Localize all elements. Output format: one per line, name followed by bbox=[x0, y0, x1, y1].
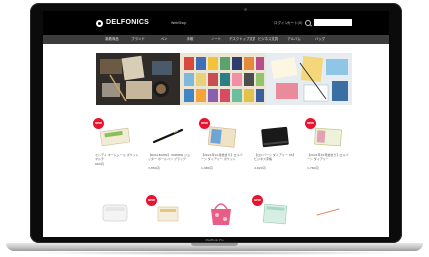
new-badge: NEW bbox=[252, 195, 263, 206]
logo[interactable]: DELFONICS bbox=[106, 19, 149, 26]
nav-item-brand[interactable]: ブランド bbox=[125, 35, 151, 44]
new-badge: NEW bbox=[199, 118, 210, 129]
laptop-notch bbox=[191, 243, 238, 246]
banner-notebooks-photo bbox=[180, 53, 266, 105]
laptop-shadow bbox=[20, 251, 409, 255]
banner-desk-photo bbox=[96, 53, 180, 105]
product-price: 3,850円 bbox=[148, 166, 160, 170]
product-image-pen[interactable] bbox=[148, 122, 188, 150]
nav-item-album[interactable]: アルバム bbox=[281, 35, 307, 44]
product-title[interactable]: ミレディ ネームシール ポケット マルチ bbox=[95, 153, 139, 161]
product-title[interactable]: 【ロルバーン ダイアリー A5】 ビジネス手帳 bbox=[254, 153, 298, 161]
product-price: 1,760円 bbox=[307, 166, 319, 170]
product-image-tote-bag[interactable] bbox=[201, 199, 241, 227]
search-input[interactable] bbox=[314, 19, 352, 26]
product-title[interactable]: 【2021年10月始まり】ロルバーン ダイアリー ポケット bbox=[201, 153, 245, 161]
nav-item-planner[interactable]: 手帳 bbox=[177, 35, 203, 44]
bezel-label: MacBook Pro bbox=[205, 238, 224, 242]
product-price: 660円 bbox=[95, 162, 104, 166]
nav-item-business[interactable]: ビジネス文具 bbox=[255, 35, 281, 44]
search-icon[interactable] bbox=[305, 20, 311, 26]
nav-item-pen[interactable]: ペン bbox=[151, 35, 177, 44]
product-price: 4,620円 bbox=[254, 166, 266, 170]
nav-item-new[interactable]: 新着商品 bbox=[99, 35, 125, 44]
login-link[interactable]: ログイン bbox=[274, 21, 288, 26]
product-price: 1,980円 bbox=[201, 166, 213, 170]
new-badge: NEW bbox=[305, 118, 316, 129]
cart-link[interactable]: カート(0) bbox=[287, 21, 302, 26]
product-image-white-case[interactable] bbox=[95, 199, 135, 227]
product-title[interactable]: 【ROLLBAHN】 PARKER ジョッター ボールペン ブラック bbox=[148, 153, 192, 161]
new-badge: NEW bbox=[146, 195, 157, 206]
hero-banner[interactable] bbox=[96, 53, 352, 105]
nav-item-desk[interactable]: デスクトップ文具 bbox=[229, 35, 255, 44]
site-header: DELFONICS WebShop ログイン カート(0) bbox=[43, 11, 389, 35]
main-nav: 新着商品 ブランド ペン 手帳 ノート デスクトップ文具 ビジネス文具 アルバム… bbox=[43, 35, 389, 44]
product-image-black-planner[interactable] bbox=[254, 122, 294, 150]
new-badge: NEW bbox=[93, 118, 104, 129]
logo-subtitle: WebShop bbox=[171, 21, 187, 25]
product-title[interactable]: 【2021年10月始まり】ロルバーン ダイアリー bbox=[307, 153, 351, 161]
nav-item-bag[interactable]: バッグ bbox=[307, 35, 333, 44]
product-image-thin-pen[interactable] bbox=[307, 199, 347, 227]
logo-icon[interactable] bbox=[96, 20, 103, 27]
nav-item-notebook[interactable]: ノート bbox=[203, 35, 229, 44]
banner-stationery-photo bbox=[266, 53, 352, 105]
laptop-screen: DELFONICS WebShop ログイン カート(0) 新着商品 ブランド … bbox=[43, 11, 389, 237]
